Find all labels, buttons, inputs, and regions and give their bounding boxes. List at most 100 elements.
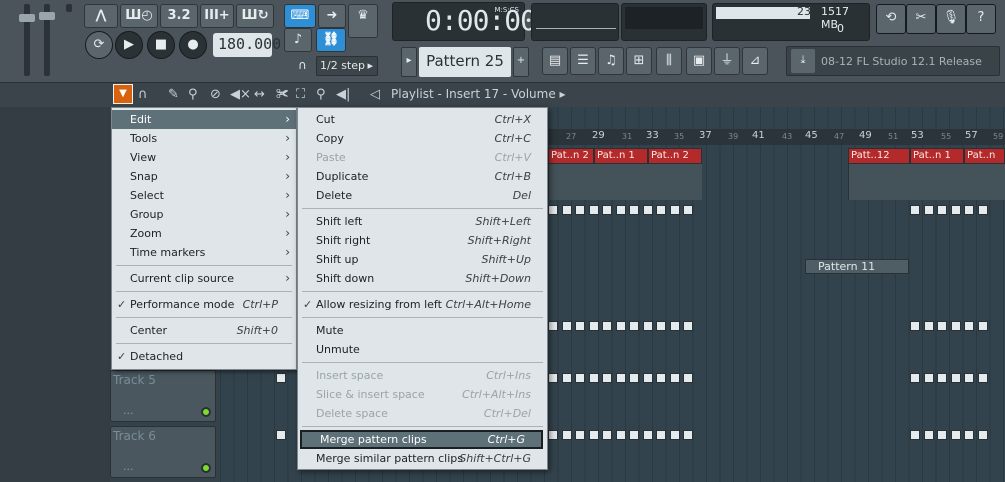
pattern-name[interactable]: Pattern 25 [419,47,511,77]
clip-block[interactable] [616,430,626,440]
menu-item-slice-insert-space[interactable]: Slice & insert space Ctrl+Alt+Ins [298,385,547,404]
clip-block[interactable] [602,205,612,215]
clip-block[interactable] [964,205,974,215]
timeline-ruler[interactable]: 27 29 31 33 35 37 39 41 43 45 47 49 51 5… [540,129,1005,145]
menu-item-shift-right[interactable]: Shift right Shift+Right [298,231,547,250]
clip-block[interactable] [978,205,988,215]
menu-item-detached[interactable]: ✓ Detached [112,347,296,366]
arrow-right-icon[interactable]: ➜ [318,4,346,28]
clip-block[interactable] [910,321,920,331]
clip-block[interactable] [629,321,639,331]
menu-item-merge-pattern-clips[interactable]: Merge pattern clips Ctrl+G [300,430,543,449]
track-enable-led[interactable] [201,463,211,473]
clip-block[interactable] [575,430,585,440]
menu-item-insert-space[interactable]: Insert space Ctrl+Ins [298,366,547,385]
pattern-song-toggle-icon[interactable]: ⟳ [85,31,113,59]
clip-block[interactable] [951,373,961,383]
clip-block[interactable] [616,205,626,215]
clip-block[interactable] [670,205,680,215]
menu-item-shift-left[interactable]: Shift left Shift+Left [298,212,547,231]
menu-item-snap[interactable]: Snap › [112,167,296,186]
playlist-menu-button[interactable]: ▼ [113,84,133,104]
menu-item-group[interactable]: Group › [112,205,296,224]
slice-tool-icon[interactable]: ✀ [276,87,289,102]
clip-block[interactable] [964,430,974,440]
clip-block[interactable] [670,321,680,331]
clip-block[interactable] [656,321,666,331]
clip-block[interactable] [683,373,693,383]
pattern-clip[interactable]: Pat..n 2 [648,148,702,164]
menu-item-copy[interactable]: Copy Ctrl+C [298,129,547,148]
magnet-icon[interactable]: ∩ [138,87,148,102]
pattern-clip[interactable]: Pat..n 1 [594,148,648,164]
playback-tool-icon[interactable]: ◀| [336,87,350,102]
mixer-icon[interactable]: ⫼ [656,47,682,75]
menu-item-performance-mode[interactable]: ✓ Performance mode Ctrl+P [112,295,296,314]
menu-item-zoom[interactable]: Zoom › [112,224,296,243]
clip-block[interactable] [548,430,558,440]
clip-block[interactable] [548,205,558,215]
volume-knob[interactable] [19,14,35,22]
clip-block[interactable] [656,430,666,440]
play-icon[interactable]: ▶ [115,31,143,59]
hint-icon[interactable]: ♛ [348,4,378,38]
record-icon[interactable]: ● [179,31,207,59]
clip-block[interactable] [951,321,961,331]
clip-block[interactable] [964,373,974,383]
snap-selector[interactable]: 1/2 step ▸ [316,56,378,76]
pattern-11-clip[interactable]: Pattern 11 [805,259,909,274]
clip-block[interactable] [575,373,585,383]
clip-block[interactable] [924,205,934,215]
time-display[interactable]: 0:00:00 M:S:CS [392,2,537,41]
clip-block[interactable] [656,373,666,383]
clip-block[interactable] [629,373,639,383]
clip-block[interactable] [643,321,653,331]
tempo-display[interactable]: 180.000 [213,33,281,57]
delete-tool-icon[interactable]: ⊘ [210,87,221,102]
clip-body[interactable] [548,164,702,200]
pattern-selector[interactable]: ▸ Pattern 25 + [401,47,531,77]
link-icon[interactable]: ⛓ [316,28,346,52]
menu-item-view[interactable]: View › [112,148,296,167]
pattern-clip[interactable]: Patt..12 [848,148,910,164]
clip-block[interactable] [964,321,974,331]
pattern-prev-icon[interactable]: ▸ [401,47,417,77]
clip-block[interactable] [910,373,920,383]
clip-block[interactable] [589,321,599,331]
menu-item-edit[interactable]: Edit › [112,110,296,129]
clip-block[interactable] [562,205,572,215]
paint-tool-icon[interactable]: ⚲ [188,87,198,102]
menu-item-shift-down[interactable]: Shift down Shift+Down [298,269,547,288]
clip-block[interactable] [937,373,947,383]
clip-block[interactable] [602,373,612,383]
clip-block[interactable] [629,430,639,440]
small-slider[interactable] [66,4,72,12]
playlist-window-icon[interactable]: ▤ [542,47,568,75]
metronome-button[interactable]: ⋀ [84,4,118,28]
menu-item-mute[interactable]: Mute [298,321,547,340]
clip-block[interactable] [683,430,693,440]
clip-block[interactable] [937,205,947,215]
clip-block[interactable] [616,321,626,331]
clip-block[interactable] [589,430,599,440]
pattern-clip[interactable]: Pat..n 2 [548,148,594,164]
download-icon[interactable]: ⤓ [791,49,815,73]
track-header[interactable]: Track 6 ... [110,426,216,478]
wait-input-button[interactable]: Ш◴ [120,4,158,28]
clip-block[interactable] [548,321,558,331]
clip-block[interactable] [924,321,934,331]
clip-block[interactable] [937,321,947,331]
channel-rack-icon[interactable]: ☰ [570,47,596,75]
cut-tool-icon[interactable]: ✂ [906,4,936,34]
clip-block[interactable] [978,321,988,331]
clip-block[interactable] [924,430,934,440]
loop-record-button[interactable]: Ш↻ [236,4,274,28]
clip-block[interactable] [276,373,286,383]
clip-block[interactable] [643,205,653,215]
typing-keyboard-icon[interactable]: ⌨ [284,4,316,28]
clip-block[interactable] [602,321,612,331]
clip-block[interactable] [924,373,934,383]
track-enable-led[interactable] [201,407,211,417]
clip-body[interactable] [848,164,1005,200]
clip-block[interactable] [910,205,920,215]
